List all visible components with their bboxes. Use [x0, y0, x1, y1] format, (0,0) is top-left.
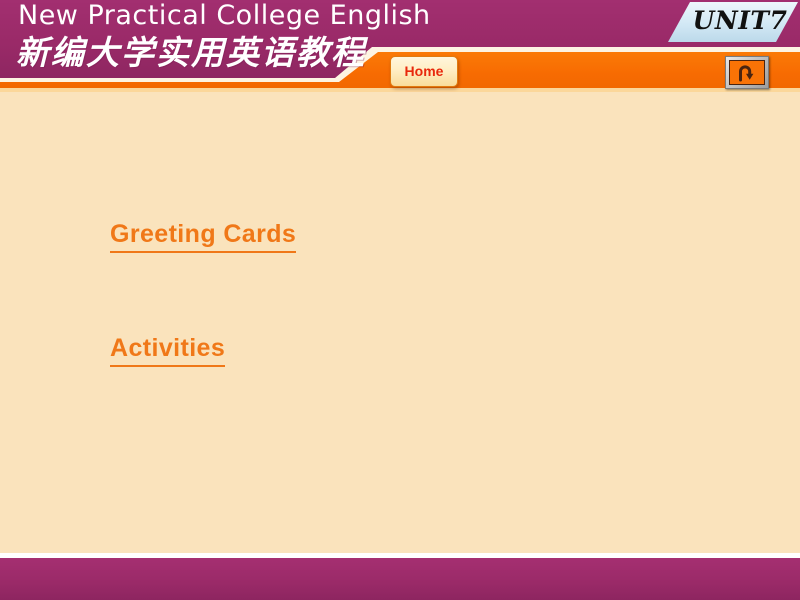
course-title-chinese: 新编大学实用英语教程 — [16, 33, 366, 72]
course-title-english: New Practical College English — [18, 0, 431, 31]
footer-bar — [0, 558, 800, 600]
content-link-activities[interactable]: Activities — [110, 333, 226, 367]
home-button[interactable]: Home — [390, 56, 458, 87]
return-button-face — [729, 60, 765, 85]
slide-body: Greeting Cards Activities — [0, 97, 800, 553]
return-button[interactable] — [725, 56, 769, 89]
home-button-label: Home — [404, 63, 444, 79]
u-turn-arrow-icon — [739, 65, 754, 82]
unit-badge-label: UNIT7 — [692, 6, 788, 35]
slide-header: New Practical College English 新编大学实用英语教程… — [0, 0, 800, 98]
content-link-greeting-cards[interactable]: Greeting Cards — [110, 219, 297, 253]
slide: New Practical College English 新编大学实用英语教程… — [0, 0, 800, 600]
